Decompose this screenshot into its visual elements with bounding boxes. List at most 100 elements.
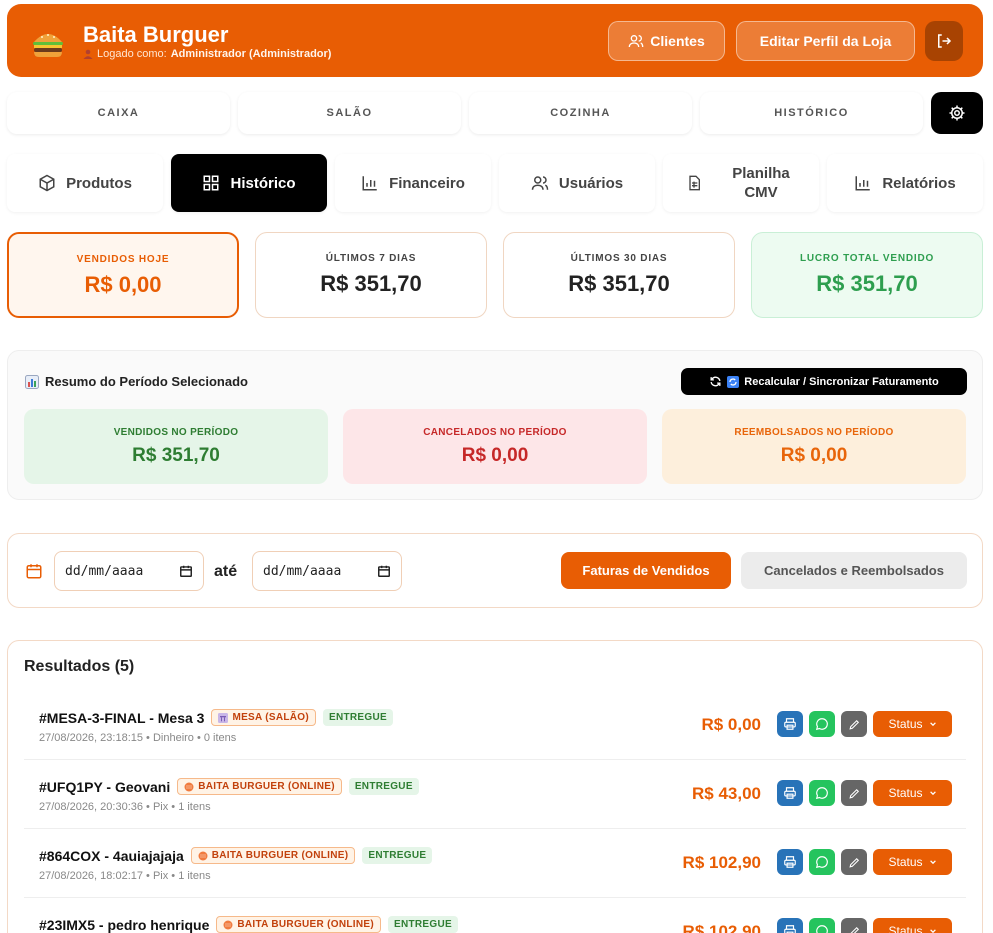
- whatsapp-button[interactable]: [809, 711, 835, 737]
- stat-card-total-profit: LUCRO TOTAL VENDIDO R$ 351,70: [751, 232, 983, 318]
- whatsapp-button[interactable]: [809, 918, 835, 933]
- calendar-picker-icon[interactable]: [179, 564, 193, 578]
- grid-icon: [203, 175, 219, 191]
- tab-usuarios[interactable]: Usuários: [499, 154, 655, 212]
- status-badge: ENTREGUE: [362, 847, 433, 864]
- pencil-icon: [848, 719, 859, 730]
- status-dropdown-label: Status: [888, 855, 923, 869]
- tab-planilha-cmv-label: Planilha CMV: [732, 165, 790, 201]
- status-dropdown-label: Status: [888, 717, 923, 731]
- gear-icon: [949, 105, 965, 121]
- summary-refunded-box: REEMBOLSADOS NO PERÍODO R$ 0,00: [662, 409, 966, 484]
- results-title: Resultados (5): [24, 658, 135, 675]
- status-dropdown-button[interactable]: Status: [873, 849, 952, 875]
- calendar-icon: [26, 564, 42, 579]
- order-row[interactable]: #23IMX5 - pedro henrique BAITA BURGUER (…: [24, 898, 966, 933]
- stat-card-last-7-days: ÚLTIMOS 7 DIAS R$ 351,70: [255, 232, 487, 318]
- status-dropdown-button[interactable]: Status: [873, 780, 952, 806]
- box-icon: [39, 174, 55, 192]
- order-price: R$ 43,00: [692, 784, 761, 803]
- logged-user-info: Logado como: Administrador (Administrado…: [83, 48, 331, 60]
- order-price: R$ 102,90: [682, 922, 761, 933]
- tab-financeiro[interactable]: Financeiro: [335, 154, 491, 212]
- globe-icon: [223, 920, 233, 929]
- logout-button[interactable]: [925, 21, 963, 61]
- tab-produtos[interactable]: Produtos: [7, 154, 163, 212]
- summary-cancelled-title: CANCELADOS NO PERÍODO: [423, 427, 567, 438]
- chat-bubble-icon: [815, 787, 828, 800]
- print-button[interactable]: [777, 711, 803, 737]
- globe-icon: [184, 782, 194, 791]
- date-from-value: dd/mm/aaaa: [65, 563, 144, 579]
- date-from-input[interactable]: dd/mm/aaaa: [54, 551, 204, 591]
- topnav-salao[interactable]: SALÃO: [238, 92, 461, 134]
- status-dropdown-button[interactable]: Status: [873, 711, 952, 737]
- date-to-input[interactable]: dd/mm/aaaa: [252, 551, 402, 591]
- status-dropdown-label: Status: [888, 924, 923, 933]
- order-id: #23IMX5 - pedro henrique: [39, 916, 210, 933]
- order-row[interactable]: #UFQ1PY - Geovani BAITA BURGUER (ONLINE)…: [24, 760, 966, 829]
- settings-button[interactable]: [931, 92, 983, 134]
- table-icon: [218, 712, 229, 723]
- edit-button[interactable]: [841, 780, 867, 806]
- whatsapp-button[interactable]: [809, 849, 835, 875]
- clients-button-label: Clientes: [650, 33, 705, 49]
- tab-planilha-cmv[interactable]: Planilha CMV: [663, 154, 819, 212]
- status-badge: ENTREGUE: [387, 916, 458, 933]
- summary-cancelled-box: CANCELADOS NO PERÍODO R$ 0,00: [343, 409, 647, 484]
- users-icon: [531, 176, 549, 190]
- sold-invoices-button[interactable]: Faturas de Vendidos: [561, 552, 731, 589]
- tab-relatorios[interactable]: Relatórios: [827, 154, 983, 212]
- store-name: Baita Burguer: [83, 22, 229, 47]
- date-filter-bar: dd/mm/aaaa até dd/mm/aaaa Faturas de Ven…: [7, 533, 983, 608]
- cancelled-refunded-button[interactable]: Cancelados e Reembolsados: [741, 552, 967, 589]
- order-meta: 27/08/2026, 18:02:17 • Pix • 1 itens: [39, 870, 211, 882]
- print-button[interactable]: [777, 849, 803, 875]
- edit-button[interactable]: [841, 849, 867, 875]
- tab-financeiro-label: Financeiro: [389, 174, 465, 192]
- stat-card-sold-today: VENDIDOS HOJE R$ 0,00: [7, 232, 239, 318]
- tab-relatorios-label: Relatórios: [882, 174, 956, 192]
- channel-label: BAITA BURGUER (ONLINE): [211, 850, 349, 861]
- clients-button[interactable]: Clientes: [608, 21, 725, 61]
- users-icon: [628, 35, 644, 48]
- results-panel: Resultados (5) #MESA-3-FINAL - Mesa 3 ME…: [7, 640, 983, 933]
- order-id: #MESA-3-FINAL - Mesa 3: [39, 709, 205, 726]
- edit-button[interactable]: [841, 918, 867, 933]
- chevron-down-icon: [929, 722, 936, 727]
- status-dropdown-button[interactable]: Status: [873, 918, 952, 933]
- channel-label: MESA (SALÃO): [232, 712, 310, 723]
- period-summary-title-text: Resumo do Período Selecionado: [45, 374, 248, 389]
- printer-icon: [784, 925, 796, 933]
- chevron-down-icon: [929, 791, 936, 796]
- status-dropdown-label: Status: [888, 786, 923, 800]
- order-row[interactable]: #MESA-3-FINAL - Mesa 3 MESA (SALÃO) ENTR…: [24, 691, 966, 760]
- print-button[interactable]: [777, 780, 803, 806]
- printer-icon: [784, 856, 796, 868]
- logged-user-name: Administrador (Administrador): [170, 48, 332, 60]
- user-icon: [83, 49, 93, 59]
- order-row[interactable]: #864COX - 4auiajajaja BAITA BURGUER (ONL…: [24, 829, 966, 898]
- recalculate-sync-button[interactable]: Recalcular / Sincronizar Faturamento: [681, 368, 967, 395]
- stat-title: ÚLTIMOS 7 DIAS: [325, 253, 417, 264]
- stat-value: R$ 351,70: [816, 271, 918, 296]
- until-label: até: [214, 563, 238, 580]
- order-meta: 27/08/2026, 20:30:36 • Pix • 1 itens: [39, 801, 211, 813]
- channel-label: BAITA BURGUER (ONLINE): [237, 919, 374, 930]
- refresh-icon: [710, 376, 721, 387]
- topnav-cozinha[interactable]: COZINHA: [469, 92, 692, 134]
- bar-chart-icon: [362, 176, 377, 191]
- calendar-picker-icon[interactable]: [377, 564, 391, 578]
- tab-historico[interactable]: Histórico: [171, 154, 327, 212]
- edit-store-profile-button[interactable]: Editar Perfil da Loja: [736, 21, 915, 61]
- edit-button[interactable]: [841, 711, 867, 737]
- whatsapp-button[interactable]: [809, 780, 835, 806]
- logged-as-prefix: Logado como:: [97, 48, 167, 60]
- topnav-caixa[interactable]: CAIXA: [7, 92, 230, 134]
- globe-icon: [198, 851, 208, 860]
- bar-chart-icon: [855, 176, 871, 191]
- summary-refunded-title: REEMBOLSADOS NO PERÍODO: [734, 427, 894, 438]
- print-button[interactable]: [777, 918, 803, 933]
- spreadsheet-icon: [689, 175, 700, 191]
- topnav-historico[interactable]: HISTÓRICO: [700, 92, 923, 134]
